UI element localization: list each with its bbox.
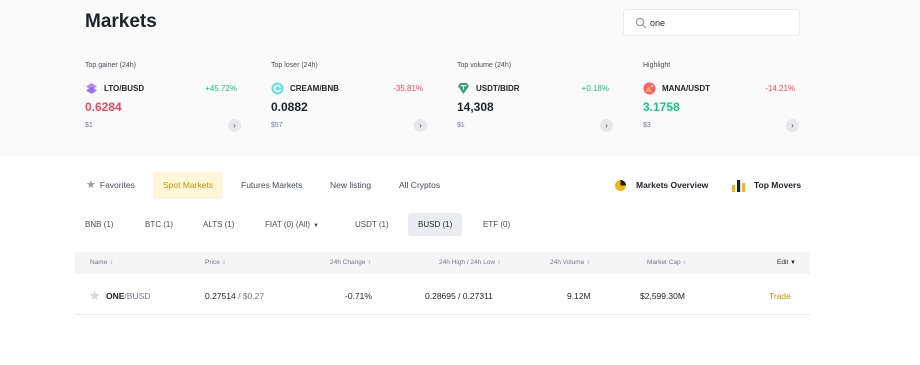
- tab-futures-markets[interactable]: Futures Markets: [231, 172, 312, 199]
- top-volume-card[interactable]: Top volume (24h) USDT/BIDR +0.18% 14,308…: [457, 62, 613, 132]
- card-change: +45.72%: [205, 84, 237, 93]
- page-title: Markets: [85, 11, 157, 32]
- usdt-coin-icon: [458, 83, 469, 94]
- card-price: 0.0882: [271, 100, 308, 114]
- subtab-btc[interactable]: BTC (1): [135, 213, 183, 236]
- subtab-alts[interactable]: ALTS (1): [193, 213, 244, 236]
- chevron-right-icon[interactable]: ›: [414, 119, 427, 132]
- subtab-fiat[interactable]: FIAT (0) (All) ▼: [255, 213, 329, 236]
- card-pair: MANA/USDT: [662, 84, 710, 93]
- subtab-busd[interactable]: BUSD (1): [408, 213, 463, 236]
- card-label: Top gainer (24h): [85, 62, 136, 69]
- card-usd-price: $1: [457, 122, 465, 129]
- search-icon: [635, 17, 647, 29]
- card-label: Highlight: [643, 62, 671, 69]
- col-edit[interactable]: Edit ▼: [777, 252, 796, 274]
- card-usd-price: $1: [85, 122, 93, 129]
- col-market-cap[interactable]: Market Cap ⇕: [647, 252, 687, 274]
- search-box[interactable]: [623, 9, 800, 36]
- tab-new-listing[interactable]: New listing: [320, 172, 381, 199]
- top-loser-card[interactable]: Top loser (24h) CREAM/BNB -35.81% 0.0882…: [271, 62, 427, 132]
- pie-chart-icon: [615, 180, 626, 191]
- card-change: -35.81%: [393, 84, 423, 93]
- card-change: +0.18%: [581, 84, 609, 93]
- col-24h-change[interactable]: 24h Change ⇕: [330, 252, 372, 274]
- search-input[interactable]: [650, 14, 790, 32]
- sort-icon: ⇕: [497, 260, 502, 266]
- trade-link[interactable]: Trade: [769, 278, 791, 315]
- sort-icon: ⇕: [586, 260, 591, 266]
- subtab-usdt[interactable]: USDT (1): [345, 213, 399, 236]
- star-icon: ★: [86, 179, 96, 191]
- sort-icon: ⇕: [367, 260, 372, 266]
- top-gainer-card[interactable]: Top gainer (24h) LTO/BUSD +45.72% 0.6284…: [85, 62, 241, 132]
- sort-icon: ⇕: [682, 260, 687, 266]
- col-price[interactable]: Price ⇕: [205, 252, 226, 274]
- card-label: Top volume (24h): [457, 62, 512, 69]
- tab-all-cryptos[interactable]: All Cryptos: [389, 172, 450, 199]
- card-pair: CREAM/BNB: [290, 84, 339, 93]
- card-label: Top loser (24h): [271, 62, 318, 69]
- table-row[interactable]: ONE/BUSD 0.27514 / $0.27 -0.71% 0.28695 …: [75, 278, 810, 315]
- lto-coin-icon: [86, 83, 97, 94]
- card-pair: USDT/BIDR: [476, 84, 520, 93]
- market-cap-cell: $2,599.30M: [640, 291, 685, 301]
- volume-cell: 9.12M: [567, 291, 591, 301]
- col-24h-volume[interactable]: 24h Volume ⇕: [550, 252, 591, 274]
- caret-down-icon: ▼: [313, 223, 319, 229]
- markets-header-panel: Markets Top gainer (24h) LTO/BUSD +45.72…: [0, 0, 920, 156]
- price-cell: 0.27514 / $0.27: [205, 291, 265, 301]
- mana-coin-icon: [643, 82, 656, 95]
- subtab-bnb[interactable]: BNB (1): [75, 213, 123, 236]
- col-high-low[interactable]: 24h High / 24h Low ⇕: [439, 252, 501, 274]
- sort-icon: ⇕: [109, 260, 114, 266]
- card-change: -14.21%: [765, 84, 795, 93]
- tab-favorites[interactable]: ★ Favorites: [76, 172, 145, 199]
- cream-coin-icon: [271, 82, 284, 95]
- high-low-cell: 0.28695 / 0.27311: [425, 291, 493, 301]
- star-icon[interactable]: [89, 290, 100, 301]
- subtab-etf[interactable]: ETF (0): [473, 213, 520, 236]
- card-price: 3.1758: [643, 100, 680, 114]
- tab-spot-markets[interactable]: Spot Markets: [153, 172, 224, 199]
- card-usd-price: $3: [643, 122, 651, 129]
- sort-icon: ⇕: [221, 260, 227, 266]
- card-usd-price: $57: [271, 122, 283, 129]
- top-movers-link[interactable]: Top Movers: [732, 172, 801, 199]
- card-pair: LTO/BUSD: [104, 84, 145, 93]
- highlight-card[interactable]: Highlight MANA/USDT -14.21% 3.1758 $3 ›: [643, 62, 799, 132]
- markets-overview-link[interactable]: Markets Overview: [614, 172, 708, 199]
- caret-down-icon: ▼: [790, 260, 796, 266]
- chevron-right-icon[interactable]: ›: [786, 119, 799, 132]
- chevron-right-icon[interactable]: ›: [228, 119, 241, 132]
- col-name[interactable]: Name ⇕: [90, 252, 114, 274]
- card-price: 0.6284: [85, 100, 122, 114]
- table-header: Name ⇕ Price ⇕ 24h Change ⇕ 24h High / 24h …: [75, 252, 810, 274]
- chevron-right-icon[interactable]: ›: [600, 119, 613, 132]
- bar-chart-icon: [732, 180, 746, 192]
- change-cell: -0.71%: [345, 291, 372, 301]
- card-price: 14,308: [457, 100, 494, 114]
- pair-name: ONE/BUSD: [106, 291, 151, 301]
